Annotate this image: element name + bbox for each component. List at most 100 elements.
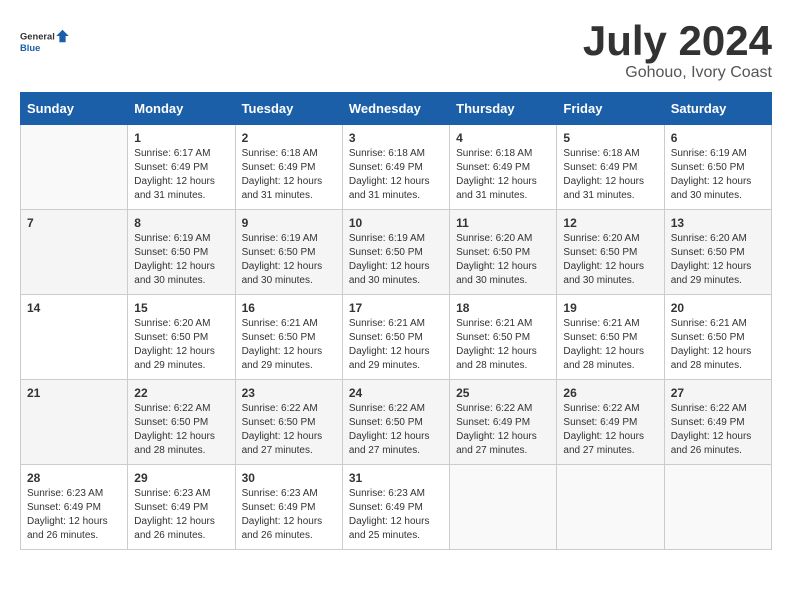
day-info: Sunrise: 6:23 AMSunset: 6:49 PMDaylight:… bbox=[349, 487, 443, 543]
calendar-day-header: Thursday bbox=[450, 93, 557, 125]
calendar-day-cell: 14 bbox=[21, 295, 128, 380]
calendar-day-cell: 7 bbox=[21, 210, 128, 295]
day-number: 24 bbox=[349, 386, 443, 400]
calendar-day-header: Sunday bbox=[21, 93, 128, 125]
day-number: 23 bbox=[242, 386, 336, 400]
day-number: 16 bbox=[242, 301, 336, 315]
calendar-day-cell: 31 Sunrise: 6:23 AMSunset: 6:49 PMDayligh… bbox=[342, 465, 449, 550]
calendar-day-cell: 5 Sunrise: 6:18 AMSunset: 6:49 PMDaylight… bbox=[557, 125, 664, 210]
day-info: Sunrise: 6:20 AMSunset: 6:50 PMDaylight:… bbox=[671, 232, 765, 288]
day-number: 2 bbox=[242, 131, 336, 145]
calendar-day-cell: 16 Sunrise: 6:21 AMSunset: 6:50 PMDayligh… bbox=[235, 295, 342, 380]
day-info: Sunrise: 6:22 AMSunset: 6:49 PMDaylight:… bbox=[671, 402, 765, 458]
day-number: 29 bbox=[134, 471, 228, 485]
calendar-day-cell bbox=[450, 465, 557, 550]
calendar-day-cell: 1 Sunrise: 6:17 AMSunset: 6:49 PMDaylight… bbox=[128, 125, 235, 210]
day-info: Sunrise: 6:20 AMSunset: 6:50 PMDaylight:… bbox=[456, 232, 550, 288]
day-number: 6 bbox=[671, 131, 765, 145]
day-number: 11 bbox=[456, 216, 550, 230]
calendar-day-cell: 23 Sunrise: 6:22 AMSunset: 6:50 PMDayligh… bbox=[235, 380, 342, 465]
day-number: 18 bbox=[456, 301, 550, 315]
day-number: 27 bbox=[671, 386, 765, 400]
day-number: 17 bbox=[349, 301, 443, 315]
day-number: 31 bbox=[349, 471, 443, 485]
calendar-day-cell: 9 Sunrise: 6:19 AMSunset: 6:50 PMDaylight… bbox=[235, 210, 342, 295]
day-info: Sunrise: 6:19 AMSunset: 6:50 PMDaylight:… bbox=[242, 232, 336, 288]
day-number: 20 bbox=[671, 301, 765, 315]
calendar-day-cell: 19Sunrise: 6:21 AMSunset: 6:50 PMDayligh… bbox=[557, 295, 664, 380]
day-number: 10 bbox=[349, 216, 443, 230]
day-number: 4 bbox=[456, 131, 550, 145]
calendar-day-cell: 26 Sunrise: 6:22 AMSunset: 6:49 PMDayligh… bbox=[557, 380, 664, 465]
day-number: 5 bbox=[563, 131, 657, 145]
day-info: Sunrise: 6:22 AMSunset: 6:50 PMDaylight:… bbox=[349, 402, 443, 458]
calendar-day-cell: 25 Sunrise: 6:22 AMSunset: 6:49 PMDayligh… bbox=[450, 380, 557, 465]
calendar-day-cell: 21 bbox=[21, 380, 128, 465]
calendar-day-cell: 17 Sunrise: 6:21 AMSunset: 6:50 PMDayligh… bbox=[342, 295, 449, 380]
header: General Blue July 2024 Gohouo, Ivory Coa… bbox=[20, 20, 772, 82]
calendar-week-row: 78Sunrise: 6:19 AMSunset: 6:50 PMDayligh… bbox=[21, 210, 772, 295]
calendar-day-header: Saturday bbox=[664, 93, 771, 125]
day-info: Sunrise: 6:23 AMSunset: 6:49 PMDaylight:… bbox=[134, 487, 228, 543]
calendar-day-cell bbox=[557, 465, 664, 550]
calendar-day-cell: 6Sunrise: 6:19 AMSunset: 6:50 PMDaylight… bbox=[664, 125, 771, 210]
day-number: 21 bbox=[27, 386, 121, 400]
day-number: 7 bbox=[27, 216, 121, 230]
calendar-day-cell: 13Sunrise: 6:20 AMSunset: 6:50 PMDayligh… bbox=[664, 210, 771, 295]
day-info: Sunrise: 6:20 AMSunset: 6:50 PMDaylight:… bbox=[563, 232, 657, 288]
calendar-day-cell: 15Sunrise: 6:20 AMSunset: 6:50 PMDayligh… bbox=[128, 295, 235, 380]
calendar-day-header: Tuesday bbox=[235, 93, 342, 125]
day-info: Sunrise: 6:18 AMSunset: 6:49 PMDaylight:… bbox=[456, 147, 550, 203]
day-info: Sunrise: 6:21 AMSunset: 6:50 PMDaylight:… bbox=[563, 317, 657, 373]
calendar-day-cell: 10Sunrise: 6:19 AMSunset: 6:50 PMDayligh… bbox=[342, 210, 449, 295]
day-info: Sunrise: 6:23 AMSunset: 6:49 PMDaylight:… bbox=[27, 487, 121, 543]
day-number: 9 bbox=[242, 216, 336, 230]
day-info: Sunrise: 6:22 AMSunset: 6:49 PMDaylight:… bbox=[456, 402, 550, 458]
calendar-week-row: 21 22 Sunrise: 6:22 AMSunset: 6:50 PMDayli… bbox=[21, 380, 772, 465]
month-title: July 2024 bbox=[583, 20, 772, 62]
day-info: Sunrise: 6:22 AMSunset: 6:49 PMDaylight:… bbox=[563, 402, 657, 458]
calendar-day-cell: 24 Sunrise: 6:22 AMSunset: 6:50 PMDayligh… bbox=[342, 380, 449, 465]
calendar-week-row: 28 Sunrise: 6:23 AMSunset: 6:49 PMDayligh… bbox=[21, 465, 772, 550]
day-number: 3 bbox=[349, 131, 443, 145]
calendar-day-cell: 3 Sunrise: 6:18 AMSunset: 6:49 PMDaylight… bbox=[342, 125, 449, 210]
day-number: 22 bbox=[134, 386, 228, 400]
title-area: July 2024 Gohouo, Ivory Coast bbox=[583, 20, 772, 82]
day-info: Sunrise: 6:18 AMSunset: 6:49 PMDaylight:… bbox=[563, 147, 657, 203]
calendar-day-cell: 8Sunrise: 6:19 AMSunset: 6:50 PMDaylight… bbox=[128, 210, 235, 295]
day-number: 26 bbox=[563, 386, 657, 400]
day-info: Sunrise: 6:17 AMSunset: 6:49 PMDaylight:… bbox=[134, 147, 228, 203]
logo: General Blue bbox=[20, 20, 70, 65]
calendar-table: SundayMondayTuesdayWednesdayThursdayFrid… bbox=[20, 92, 772, 550]
calendar-day-cell: 22 Sunrise: 6:22 AMSunset: 6:50 PMDayligh… bbox=[128, 380, 235, 465]
calendar-day-cell: 2Sunrise: 6:18 AMSunset: 6:49 PMDaylight… bbox=[235, 125, 342, 210]
day-number: 1 bbox=[134, 131, 228, 145]
day-info: Sunrise: 6:22 AMSunset: 6:50 PMDaylight:… bbox=[134, 402, 228, 458]
day-info: Sunrise: 6:21 AMSunset: 6:50 PMDaylight:… bbox=[456, 317, 550, 373]
calendar-day-cell: 18 Sunrise: 6:21 AMSunset: 6:50 PMDayligh… bbox=[450, 295, 557, 380]
calendar-day-header: Wednesday bbox=[342, 93, 449, 125]
day-number: 12 bbox=[563, 216, 657, 230]
svg-text:Blue: Blue bbox=[20, 43, 40, 53]
day-number: 14 bbox=[27, 301, 121, 315]
calendar-day-cell: 4 Sunrise: 6:18 AMSunset: 6:49 PMDaylight… bbox=[450, 125, 557, 210]
day-info: Sunrise: 6:18 AMSunset: 6:49 PMDaylight:… bbox=[349, 147, 443, 203]
calendar-day-header: Friday bbox=[557, 93, 664, 125]
day-number: 30 bbox=[242, 471, 336, 485]
calendar-day-cell: 20Sunrise: 6:21 AMSunset: 6:50 PMDayligh… bbox=[664, 295, 771, 380]
day-number: 15 bbox=[134, 301, 228, 315]
svg-text:General: General bbox=[20, 32, 55, 42]
calendar-day-cell: 30Sunrise: 6:23 AMSunset: 6:49 PMDayligh… bbox=[235, 465, 342, 550]
day-number: 25 bbox=[456, 386, 550, 400]
calendar-day-cell: 27 Sunrise: 6:22 AMSunset: 6:49 PMDayligh… bbox=[664, 380, 771, 465]
calendar-day-header: Monday bbox=[128, 93, 235, 125]
calendar-week-row: 14 15Sunrise: 6:20 AMSunset: 6:50 PMDayli… bbox=[21, 295, 772, 380]
logo-svg: General Blue bbox=[20, 20, 70, 65]
day-info: Sunrise: 6:22 AMSunset: 6:50 PMDaylight:… bbox=[242, 402, 336, 458]
day-number: 28 bbox=[27, 471, 121, 485]
day-info: Sunrise: 6:21 AMSunset: 6:50 PMDaylight:… bbox=[242, 317, 336, 373]
day-info: Sunrise: 6:21 AMSunset: 6:50 PMDaylight:… bbox=[349, 317, 443, 373]
day-number: 8 bbox=[134, 216, 228, 230]
calendar-day-cell bbox=[664, 465, 771, 550]
calendar-day-cell: 12 Sunrise: 6:20 AMSunset: 6:50 PMDayligh… bbox=[557, 210, 664, 295]
